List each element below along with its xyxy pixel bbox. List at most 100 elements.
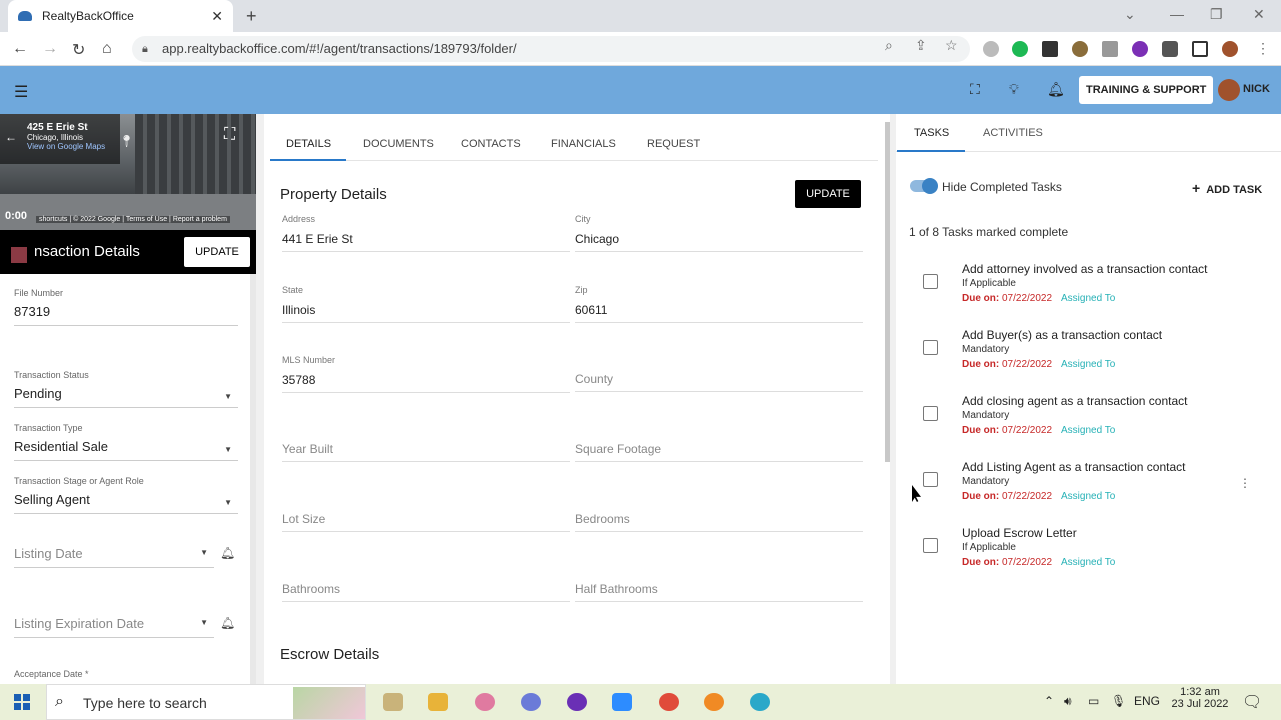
forward-icon[interactable]: → <box>42 40 58 58</box>
app-icon[interactable] <box>383 693 403 711</box>
tab-contacts[interactable]: CONTACTS <box>461 138 521 150</box>
city-field[interactable]: City Chicago <box>575 214 863 252</box>
reload-icon[interactable]: ↻ <box>72 40 85 60</box>
task-checkbox[interactable] <box>923 406 938 421</box>
app-icon[interactable] <box>521 693 541 711</box>
zoom-app-icon[interactable] <box>612 693 632 711</box>
listing-date-placeholder[interactable]: Listing Date <box>14 546 214 568</box>
transaction-stage-select[interactable]: Transaction Stage or Agent Role Selling … <box>14 476 238 514</box>
reminder-bell-icon[interactable]: 🔔︎ <box>220 546 235 560</box>
tab-search-icon[interactable]: ⌄ <box>1124 6 1136 23</box>
city-value[interactable]: Chicago <box>575 232 863 252</box>
mls-number-value[interactable]: 35788 <box>282 373 570 393</box>
browser-menu-icon[interactable]: ⋮ <box>1256 40 1270 57</box>
address-value[interactable]: 441 E Erie St <box>282 232 570 252</box>
bookmark-star-icon[interactable]: ☆ <box>945 37 958 54</box>
expand-icon[interactable]: ⛶ <box>224 126 235 144</box>
lot-size-placeholder[interactable]: Lot Size <box>282 512 570 532</box>
puzzle-extensions-icon[interactable] <box>1162 41 1178 57</box>
tab-details[interactable]: DETAILS <box>286 138 331 150</box>
chrome-icon[interactable] <box>659 693 679 711</box>
file-number-value[interactable]: 87319 <box>14 304 238 326</box>
notification-center-icon[interactable]: 🗨︎ <box>1242 692 1262 712</box>
transaction-status-select[interactable]: Transaction Status Pending ▼ <box>14 370 238 408</box>
listing-date-field[interactable]: Listing Date ▼ <box>14 540 214 568</box>
listing-expiration-placeholder[interactable]: Listing Expiration Date <box>14 616 214 638</box>
microphone-icon[interactable]: 🎙︎ <box>1111 694 1126 708</box>
tab-activities[interactable]: ACTIVITIES <box>983 127 1043 139</box>
address-field[interactable]: Address 441 E Erie St <box>282 214 570 252</box>
county-field[interactable]: County <box>575 372 863 392</box>
extension-icon[interactable] <box>1102 41 1118 57</box>
task-checkbox[interactable] <box>923 340 938 355</box>
browser-tab[interactable]: RealtyBackOffice ✕ <box>8 0 233 32</box>
volume-icon[interactable]: 🔊︎ <box>1064 694 1072 709</box>
acceptance-date-field[interactable]: Acceptance Date * <box>14 669 238 679</box>
close-window-icon[interactable]: ✕ <box>1253 6 1265 23</box>
year-built-placeholder[interactable]: Year Built <box>282 442 570 462</box>
back-icon[interactable]: ← <box>12 40 28 58</box>
fullscreen-icon[interactable]: ⛶ <box>970 81 980 98</box>
tab-documents[interactable]: DOCUMENTS <box>363 138 434 150</box>
zoom-icon[interactable]: ⌕ <box>885 37 893 54</box>
battery-icon[interactable]: ▭ <box>1088 694 1099 708</box>
grammarly-extension-icon[interactable] <box>1012 41 1028 57</box>
update-property-button[interactable]: UPDATE <box>795 180 861 208</box>
profile-avatar-icon[interactable] <box>1222 41 1238 57</box>
training-support-button[interactable]: TRAINING & SUPPORT <box>1079 76 1214 104</box>
user-name[interactable]: NICK <box>1243 83 1270 95</box>
app-icon[interactable] <box>567 693 587 711</box>
listing-expiration-field[interactable]: Listing Expiration Date ▼ <box>14 610 214 638</box>
zip-field[interactable]: Zip 60611 <box>575 285 863 323</box>
file-number-field[interactable]: File Number 87319 <box>14 288 238 326</box>
extension-icon[interactable] <box>983 41 999 57</box>
street-view-panel[interactable]: 425 E Erie St Chicago, Illinois View on … <box>0 114 256 230</box>
assigned-to-link[interactable]: Assigned To <box>1061 359 1115 370</box>
dropdown-caret-icon[interactable]: ▼ <box>224 445 232 454</box>
sidebar-icon[interactable] <box>1192 41 1208 57</box>
hide-completed-toggle[interactable] <box>910 178 938 194</box>
home-icon[interactable]: ⌂ <box>102 40 112 58</box>
restore-icon[interactable]: ❐ <box>1210 6 1223 23</box>
transaction-stage-value[interactable]: Selling Agent <box>14 492 238 514</box>
state-value[interactable]: Illinois <box>282 303 570 323</box>
task-checkbox[interactable] <box>923 274 938 289</box>
extension-icon[interactable] <box>1072 41 1088 57</box>
firefox-icon[interactable] <box>704 693 724 711</box>
bathrooms-field[interactable]: Bathrooms <box>282 582 570 602</box>
transaction-type-select[interactable]: Transaction Type Residential Sale ▼ <box>14 423 238 461</box>
update-transaction-button[interactable]: UPDATE <box>184 237 250 267</box>
map-pin-icon[interactable]: 📍︎ <box>119 134 134 148</box>
extension-icon[interactable] <box>1132 41 1148 57</box>
dropdown-caret-icon[interactable]: ▼ <box>200 618 208 627</box>
edge-icon[interactable] <box>750 693 770 711</box>
transaction-status-value[interactable]: Pending <box>14 386 238 408</box>
assigned-to-link[interactable]: Assigned To <box>1061 293 1115 304</box>
tab-request[interactable]: REQUEST <box>647 138 700 150</box>
transaction-type-value[interactable]: Residential Sale <box>14 439 238 461</box>
county-placeholder[interactable]: County <box>575 372 863 392</box>
task-options-icon[interactable]: ⋮ <box>1239 476 1251 490</box>
zip-value[interactable]: 60611 <box>575 303 863 323</box>
extension-icon[interactable] <box>1042 41 1058 57</box>
system-clock[interactable]: 1:32 am 23 Jul 2022 <box>1170 686 1230 710</box>
task-checkbox[interactable] <box>923 472 938 487</box>
dropdown-caret-icon[interactable]: ▼ <box>224 498 232 507</box>
tray-chevron-icon[interactable]: ⌃ <box>1044 694 1054 708</box>
new-tab-icon[interactable]: + <box>246 6 257 27</box>
bedrooms-field[interactable]: Bedrooms <box>575 512 863 532</box>
back-arrow-icon[interactable]: ← <box>5 130 17 144</box>
hamburger-menu-icon[interactable]: ☰ <box>14 82 28 102</box>
bedrooms-placeholder[interactable]: Bedrooms <box>575 512 863 532</box>
assigned-to-link[interactable]: Assigned To <box>1061 557 1115 568</box>
reminder-bell-icon[interactable]: 🔔︎ <box>220 616 235 630</box>
address-bar[interactable]: 🔒︎ app.realtybackoffice.com/#!/agent/tra… <box>132 36 970 62</box>
close-tab-icon[interactable]: ✕ <box>211 8 223 25</box>
half-bathrooms-placeholder[interactable]: Half Bathrooms <box>575 582 863 602</box>
square-footage-placeholder[interactable]: Square Footage <box>575 442 863 462</box>
state-field[interactable]: State Illinois <box>282 285 570 323</box>
tab-tasks[interactable]: TASKS <box>914 127 949 139</box>
taskbar-search-box[interactable]: ⌕ Type here to search <box>46 684 366 720</box>
bathrooms-placeholder[interactable]: Bathrooms <box>282 582 570 602</box>
windows-start-icon[interactable] <box>14 694 30 710</box>
